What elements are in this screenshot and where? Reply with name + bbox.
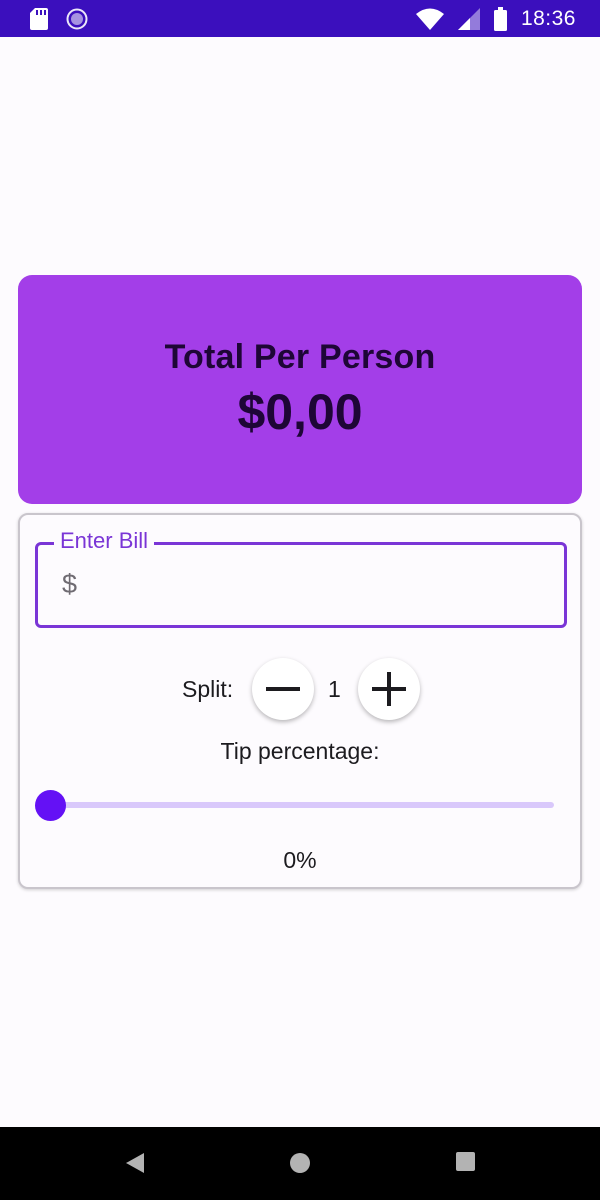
tip-slider-track[interactable] [50, 802, 554, 808]
split-row: Split: 1 [20, 658, 580, 720]
back-icon[interactable] [124, 1151, 146, 1180]
status-left [30, 7, 88, 30]
plus-icon [372, 672, 406, 706]
status-time: 18:36 [520, 6, 576, 30]
tip-percentage-label: Tip percentage: [220, 738, 380, 764]
decrease-split-button[interactable] [252, 658, 314, 720]
navigation-bar [0, 1127, 600, 1200]
status-bar: 18:36 [0, 0, 600, 37]
increase-split-button[interactable] [358, 658, 420, 720]
sd-card-icon [30, 7, 48, 30]
bill-input[interactable] [94, 563, 554, 607]
minus-icon [266, 687, 300, 691]
enter-bill-field[interactable]: Enter Bill $ [35, 528, 567, 628]
enter-bill-label: Enter Bill [54, 528, 155, 554]
status-right: 18:36 [415, 6, 576, 31]
loading-icon [66, 8, 88, 30]
signal-icon [457, 7, 480, 30]
total-amount: $0,00 [237, 384, 363, 440]
tip-slider[interactable] [34, 787, 558, 823]
home-icon[interactable] [288, 1151, 312, 1180]
split-label: Split: [182, 676, 234, 702]
battery-icon [493, 6, 507, 31]
total-per-person-card: Total Per Person $0,00 [18, 275, 582, 504]
bill-form-card: Enter Bill $ Split: 1 Tip percentage: 0% [18, 513, 582, 889]
currency-prefix: $ [62, 569, 78, 599]
tip-slider-thumb[interactable] [35, 790, 66, 821]
tip-percentage-value: 0% [283, 847, 317, 873]
wifi-icon [415, 8, 444, 30]
total-title: Total Per Person [164, 338, 436, 376]
split-count: 1 [328, 676, 341, 702]
recents-icon[interactable] [455, 1151, 477, 1178]
